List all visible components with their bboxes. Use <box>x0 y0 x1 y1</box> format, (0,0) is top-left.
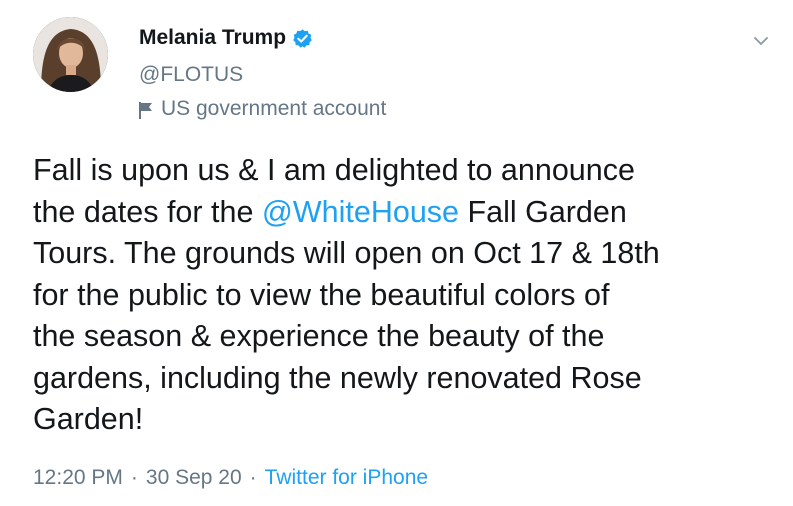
tweet-time[interactable]: 12:20 PM <box>33 466 123 490</box>
tweet-text-segment: Fall Garden <box>459 194 627 229</box>
author-name-row[interactable]: Melania Trump <box>139 26 313 50</box>
tweet-text-line: gardens, including the newly renovated R… <box>33 358 773 400</box>
profile-photo <box>33 17 108 92</box>
tweet-text-line: for the public to view the beautiful col… <box>33 275 773 317</box>
chevron-down-icon[interactable] <box>750 30 772 52</box>
tweet-text-segment: for the public to view the beautiful col… <box>33 277 610 312</box>
tweet-meta: 12:20 PM · 30 Sep 20 · Twitter for iPhon… <box>33 466 428 490</box>
flag-icon <box>139 101 153 119</box>
avatar[interactable] <box>33 17 108 92</box>
tweet-text: Fall is upon us & I am delighted to anno… <box>33 150 773 441</box>
mention-link[interactable]: @WhiteHouse <box>262 195 459 229</box>
tweet-text-line: the dates for the @WhiteHouse Fall Garde… <box>33 192 773 234</box>
account-label: US government account <box>139 97 386 121</box>
tweet-card: Melania Trump @FLOTUS US government acco… <box>0 0 793 506</box>
meta-separator: · <box>249 466 257 489</box>
tweet-text-segment: Garden! <box>33 402 144 436</box>
tweet-text-line: Tours. The grounds will open on Oct 17 &… <box>33 233 773 275</box>
tweet-date[interactable]: 30 Sep 20 <box>146 466 242 490</box>
author-display-name[interactable]: Melania Trump <box>139 26 286 50</box>
tweet-source-link[interactable]: Twitter for iPhone <box>265 466 428 490</box>
author-handle[interactable]: @FLOTUS <box>139 63 243 87</box>
tweet-text-segment: Tours. The grounds will open on Oct 17 &… <box>33 236 660 270</box>
tweet-text-segment: Fall is upon us & I am delighted to anno… <box>33 153 635 187</box>
tweet-text-segment: gardens, including the newly renovated R… <box>33 360 642 395</box>
tweet-text-segment: the dates for the <box>33 194 262 229</box>
account-label-text: US government account <box>161 97 387 120</box>
tweet-text-segment: the season & experience the beauty of th… <box>33 319 605 353</box>
tweet-text-line: the season & experience the beauty of th… <box>33 316 773 358</box>
meta-separator: · <box>130 466 138 489</box>
tweet-text-line: Garden! <box>33 399 773 441</box>
tweet-text-line: Fall is upon us & I am delighted to anno… <box>33 150 773 192</box>
verified-badge-icon <box>292 28 313 49</box>
